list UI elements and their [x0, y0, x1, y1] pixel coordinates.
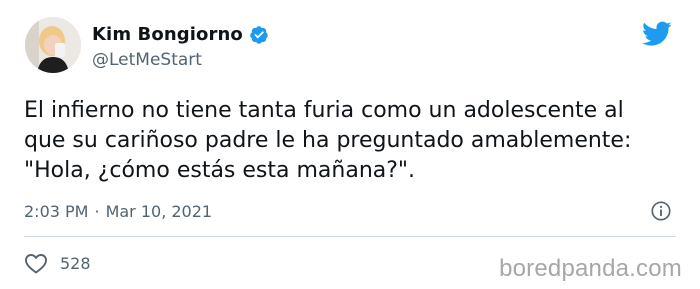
- tweet-text-line: El infierno no tiene tanta furia como un…: [24, 98, 624, 123]
- meta-separator: ·: [94, 202, 100, 221]
- tweet-text: El infierno no tiene tanta furia como un…: [24, 96, 674, 186]
- twitter-bird-icon[interactable]: [642, 21, 672, 47]
- verified-badge-icon: [250, 25, 268, 44]
- info-icon[interactable]: [650, 200, 672, 222]
- tweet-card: Kim Bongiorno @LetMeStart El infierno no…: [0, 0, 700, 289]
- author-handle[interactable]: @LetMeStart: [92, 50, 202, 70]
- author-name-row: Kim Bongiorno: [92, 24, 269, 45]
- tweet-time: 2:03 PM: [24, 202, 89, 221]
- tweet-text-line: "Hola, ¿cómo estás esta mañana?".: [24, 158, 416, 183]
- watermark: boredpanda.com: [499, 255, 682, 282]
- author-display-name[interactable]: Kim Bongiorno: [92, 24, 243, 45]
- tweet-timestamp[interactable]: 2:03 PM · Mar 10, 2021: [24, 202, 212, 221]
- avatar-image: [25, 17, 81, 73]
- like-count: 528: [60, 253, 91, 273]
- tweet-date: Mar 10, 2021: [105, 202, 213, 221]
- like-action[interactable]: 528: [24, 252, 91, 274]
- heart-icon[interactable]: [24, 252, 48, 274]
- avatar[interactable]: [25, 17, 81, 73]
- tweet-text-line: que su cariñoso padre le ha preguntado a…: [24, 128, 632, 153]
- divider: [24, 236, 676, 237]
